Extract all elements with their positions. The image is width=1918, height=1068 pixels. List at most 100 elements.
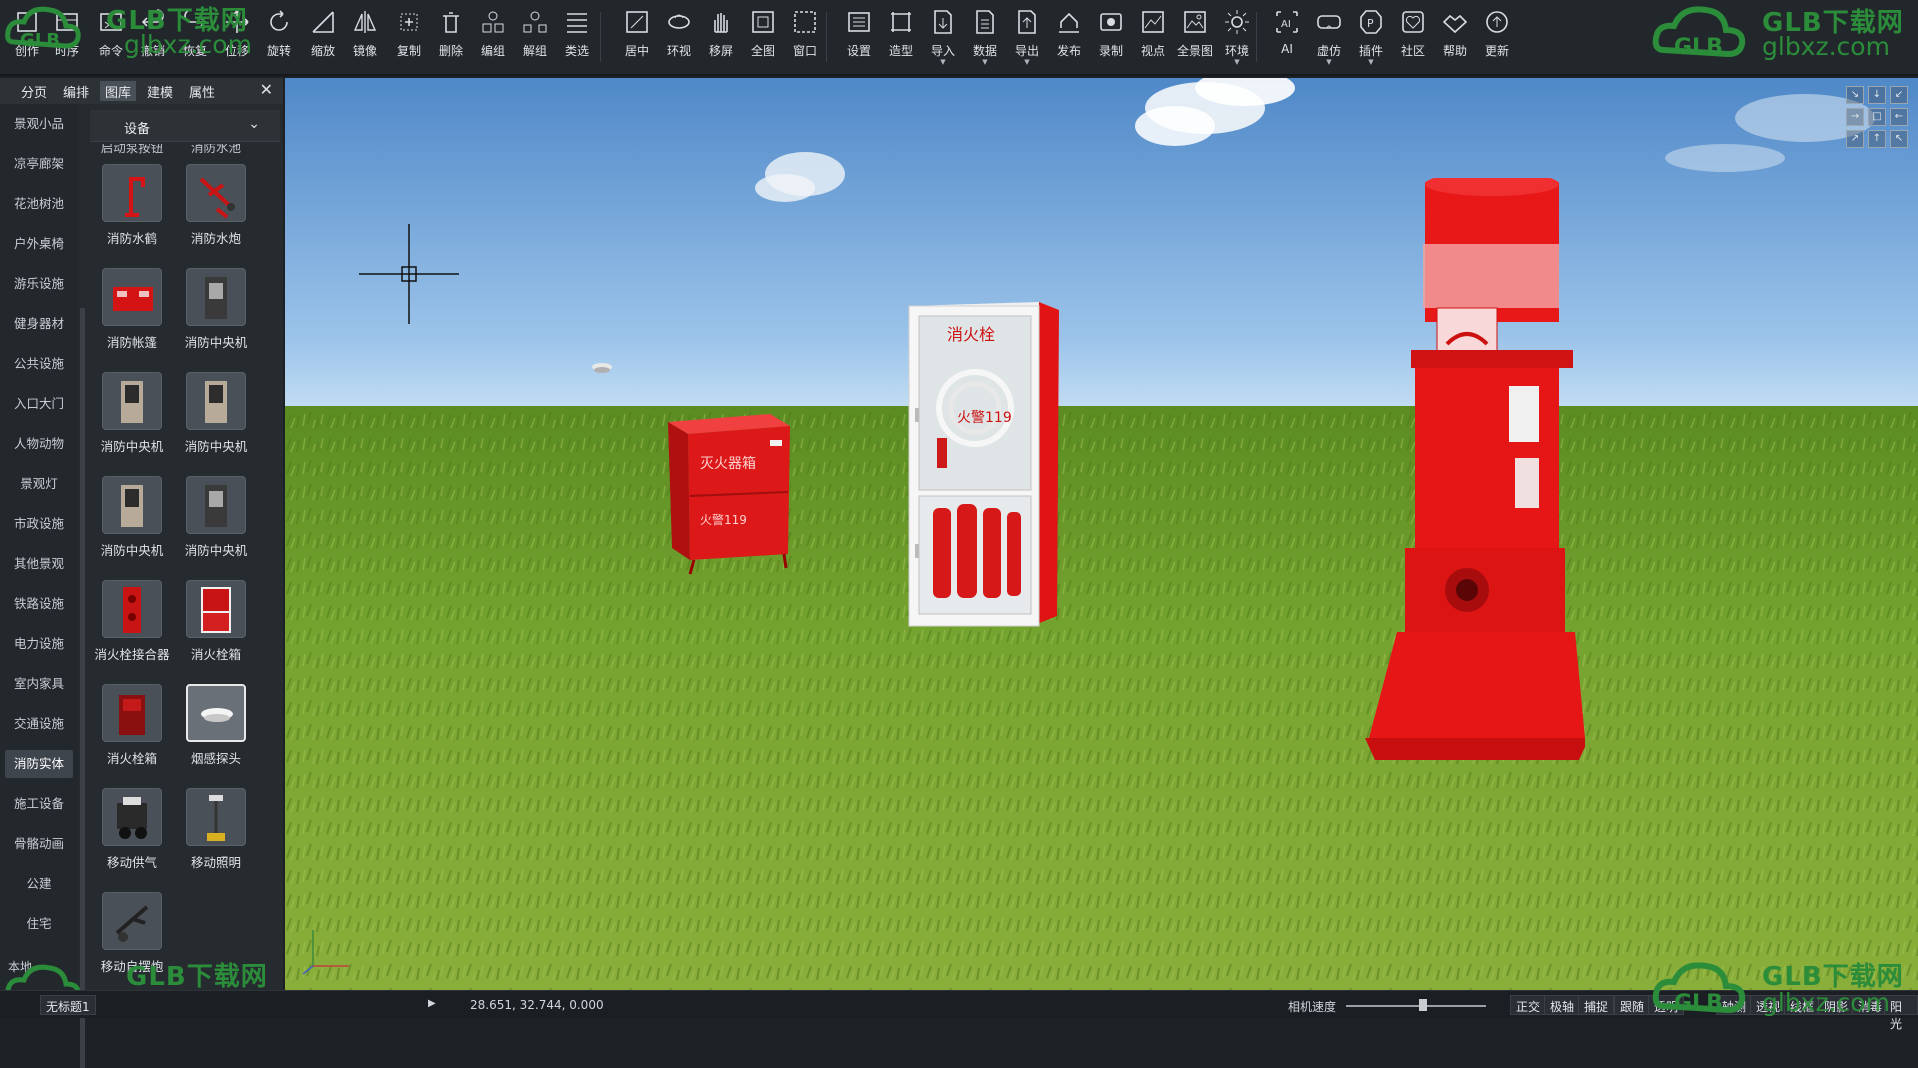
library-item[interactable]: 消防中央机 bbox=[90, 372, 174, 472]
caret-down-icon[interactable]: ▼ bbox=[1008, 59, 1046, 66]
category-item[interactable]: 人物动物 bbox=[5, 430, 73, 458]
camera-view-button[interactable]: ↑ bbox=[1868, 130, 1886, 148]
camera-view-button[interactable]: ← bbox=[1890, 108, 1908, 126]
category-item[interactable]: 铁路设施 bbox=[5, 590, 73, 618]
tab-properties[interactable]: 属性 bbox=[184, 81, 220, 101]
toolbar-button-environment[interactable]: 环境 ▼ bbox=[1218, 8, 1256, 68]
toolbar-button-window-zoom[interactable]: 窗口 bbox=[786, 8, 824, 68]
caret-down-icon[interactable]: ▼ bbox=[1218, 59, 1256, 66]
tab-arrange[interactable]: 编排 bbox=[58, 81, 94, 101]
library-item[interactable]: 消防水炮 bbox=[174, 164, 258, 264]
toolbar-button-group[interactable]: 编组 bbox=[474, 8, 512, 68]
toolbar-button-ai[interactable]: AI AI bbox=[1268, 8, 1306, 68]
category-item[interactable]: 花池树池 bbox=[5, 190, 73, 218]
library-item[interactable]: 消防帐篷 bbox=[90, 268, 174, 368]
category-scrollbar[interactable] bbox=[80, 308, 85, 1068]
camera-view-button[interactable]: ↘ bbox=[1846, 86, 1864, 104]
tab-modeling[interactable]: 建模 bbox=[142, 81, 178, 101]
category-item[interactable]: 健身器材 bbox=[5, 310, 73, 338]
toolbar-button-mirror[interactable]: 镜像 bbox=[346, 8, 384, 68]
smoke-detector-object[interactable] bbox=[590, 362, 614, 374]
toolbar-button-class-select[interactable]: 类选 bbox=[558, 8, 596, 68]
camera-view-button[interactable]: → bbox=[1846, 108, 1864, 126]
caret-down-icon[interactable]: ▼ bbox=[966, 59, 1004, 66]
close-icon[interactable]: ✕ bbox=[260, 80, 273, 99]
toolbar-button-help[interactable]: 帮助 bbox=[1436, 8, 1474, 68]
category-item[interactable]: 公建 bbox=[5, 870, 73, 898]
scene-viewport[interactable]: 灭火器箱 火警119 消火栓 火警119 ↘ ↓ ↙ → □ ← ↗ ↑ ↖ bbox=[285, 78, 1918, 990]
library-item[interactable]: 消防中央机 bbox=[174, 268, 258, 368]
library-item[interactable]: 消火栓箱 bbox=[174, 580, 258, 680]
toolbar-button-delete[interactable]: 删除 bbox=[432, 8, 470, 68]
category-item[interactable]: 住宅 bbox=[5, 910, 73, 938]
library-item[interactable]: 消火栓接合器 bbox=[90, 580, 174, 680]
toolbar-button-publish[interactable]: 发布 bbox=[1050, 8, 1088, 68]
library-item[interactable]: 消防中央机 bbox=[174, 372, 258, 472]
play-icon[interactable]: ▶ bbox=[428, 998, 436, 1009]
category-item[interactable]: 户外桌椅 bbox=[5, 230, 73, 258]
toolbar-button-viewpoint[interactable]: 视点 bbox=[1134, 8, 1172, 68]
category-item[interactable]: 室内家具 bbox=[5, 670, 73, 698]
toolbar-button-modeling[interactable]: 造型 bbox=[882, 8, 920, 68]
status-toggle[interactable]: 正交 bbox=[1510, 995, 1547, 1015]
toolbar-button-copy[interactable]: 复制 bbox=[390, 8, 428, 68]
library-item[interactable]: 移动供气 bbox=[90, 788, 174, 888]
toolbar-button-update[interactable]: 更新 bbox=[1478, 8, 1516, 68]
camera-view-button[interactable]: ↖ bbox=[1890, 130, 1908, 148]
camera-speed-slider[interactable] bbox=[1346, 1005, 1486, 1007]
toolbar-button-fit-all[interactable]: 全图 bbox=[744, 8, 782, 68]
category-item[interactable]: 消防实体 bbox=[5, 750, 73, 778]
category-item[interactable]: 景观小品 bbox=[5, 110, 73, 138]
toolbar-button-import[interactable]: 导入 ▼ bbox=[924, 8, 962, 68]
library-item[interactable]: 移动照明 bbox=[174, 788, 258, 888]
camera-view-button[interactable]: ↓ bbox=[1868, 86, 1886, 104]
caret-down-icon[interactable]: ▼ bbox=[924, 59, 962, 66]
library-subcategory-select[interactable]: 设备 ⌄ bbox=[90, 110, 280, 142]
camera-view-button[interactable]: □ bbox=[1868, 108, 1886, 126]
toolbar-button-pan[interactable]: 移屏 bbox=[702, 8, 740, 68]
hydrant-cabinet-object[interactable]: 消火栓 火警119 bbox=[907, 298, 1077, 628]
toolbar-button-vr[interactable]: 虚仿 ▼ bbox=[1310, 8, 1348, 68]
document-tab[interactable]: 无标题1 bbox=[40, 995, 96, 1015]
toolbar-button-settings[interactable]: 设置 bbox=[840, 8, 878, 68]
category-item[interactable]: 市政设施 bbox=[5, 510, 73, 538]
category-item[interactable]: 骨骼动画 bbox=[5, 830, 73, 858]
library-item[interactable]: 消防水鹤 bbox=[90, 164, 174, 264]
toolbar-button-community[interactable]: 社区 bbox=[1394, 8, 1432, 68]
category-item[interactable]: 公共设施 bbox=[5, 350, 73, 378]
category-item[interactable]: 其他景观 bbox=[5, 550, 73, 578]
toolbar-button-orbit[interactable]: 环视 bbox=[660, 8, 698, 68]
status-toggle[interactable]: 捕捉 bbox=[1578, 995, 1615, 1015]
tab-pages[interactable]: 分页 bbox=[16, 81, 52, 101]
library-item[interactable]: 烟感探头 bbox=[174, 684, 258, 784]
category-item[interactable]: 交通设施 bbox=[5, 710, 73, 738]
toolbar-button-panorama[interactable]: 全景图 bbox=[1176, 8, 1214, 68]
toolbar-button-data[interactable]: 数据 ▼ bbox=[966, 8, 1004, 68]
fire-pump-object[interactable] bbox=[1355, 178, 1585, 778]
extinguisher-box-object[interactable]: 灭火器箱 火警119 bbox=[660, 408, 800, 588]
toolbar-button-scale[interactable]: 缩放 bbox=[304, 8, 342, 68]
toolbar-button-ungroup[interactable]: 解组 bbox=[516, 8, 554, 68]
tab-library[interactable]: 图库 bbox=[100, 81, 137, 101]
library-item[interactable]: 消防中央机 bbox=[90, 476, 174, 576]
toolbar-button-center[interactable]: 居中 bbox=[618, 8, 656, 68]
status-toggle[interactable]: 极轴 bbox=[1544, 995, 1581, 1015]
category-item[interactable]: 游乐设施 bbox=[5, 270, 73, 298]
library-item[interactable]: 消防中央机 bbox=[174, 476, 258, 576]
category-item[interactable]: 施工设备 bbox=[5, 790, 73, 818]
camera-speed-handle[interactable] bbox=[1419, 999, 1427, 1011]
toolbar-button-plugin[interactable]: P 插件 ▼ bbox=[1352, 8, 1390, 68]
category-item[interactable]: 景观灯 bbox=[5, 470, 73, 498]
toolbar-button-export[interactable]: 导出 ▼ bbox=[1008, 8, 1046, 68]
category-item[interactable]: 电力设施 bbox=[5, 630, 73, 658]
library-item-label: 消防水鹤 bbox=[106, 231, 157, 246]
caret-down-icon[interactable]: ▼ bbox=[1352, 59, 1390, 66]
toolbar-button-record[interactable]: 录制 bbox=[1092, 8, 1130, 68]
status-toggle[interactable]: 跟随 bbox=[1614, 995, 1651, 1015]
camera-view-button[interactable]: ↙ bbox=[1890, 86, 1908, 104]
category-item[interactable]: 入口大门 bbox=[5, 390, 73, 418]
camera-view-button[interactable]: ↗ bbox=[1846, 130, 1864, 148]
caret-down-icon[interactable]: ▼ bbox=[1310, 59, 1348, 66]
library-item[interactable]: 消火栓箱 bbox=[90, 684, 174, 784]
category-item[interactable]: 凉亭廊架 bbox=[5, 150, 73, 178]
